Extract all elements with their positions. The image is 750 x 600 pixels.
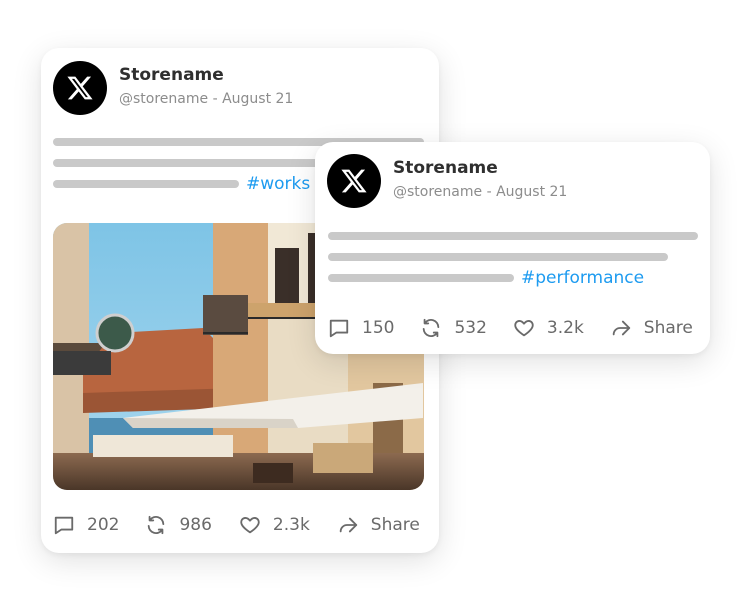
- store-name[interactable]: Storename: [119, 65, 224, 85]
- post-actions: 150 532 3.2k Share: [328, 317, 693, 339]
- avatar[interactable]: [327, 154, 381, 208]
- comment-button[interactable]: 150: [328, 317, 394, 339]
- x-logo-icon: [67, 76, 93, 100]
- heart-icon: [240, 517, 260, 534]
- comment-icon: [54, 516, 74, 535]
- retweet-count: 532: [454, 318, 487, 338]
- retweet-icon: [148, 515, 165, 535]
- text-placeholder-line: [328, 232, 698, 240]
- hashtag-link[interactable]: #performance: [521, 268, 644, 288]
- share-button[interactable]: Share: [610, 317, 693, 339]
- share-arrow-icon: [612, 320, 630, 336]
- hashtag-link[interactable]: #works: [246, 174, 310, 194]
- like-button[interactable]: 3.2k: [513, 317, 584, 339]
- share-button[interactable]: Share: [337, 514, 420, 536]
- post-actions: 202 986 2.3k Share: [53, 514, 420, 536]
- like-count: 2.3k: [272, 515, 310, 535]
- share-arrow-icon: [339, 517, 357, 533]
- retweet-button[interactable]: 532: [420, 317, 487, 339]
- text-placeholder-line: [328, 253, 668, 261]
- handle-date: @storename - August 21: [119, 91, 294, 107]
- comment-button[interactable]: 202: [53, 514, 119, 536]
- text-placeholder-line: [53, 180, 239, 188]
- comment-count: 202: [87, 515, 120, 535]
- like-button[interactable]: 2.3k: [239, 514, 310, 536]
- handle-date: @storename - August 21: [393, 184, 568, 200]
- post-card[interactable]: Storename @storename - August 21 #perfor…: [315, 142, 710, 354]
- store-name[interactable]: Storename: [393, 158, 498, 178]
- share-label: Share: [370, 515, 420, 535]
- avatar[interactable]: [53, 61, 107, 115]
- x-logo-icon: [341, 169, 367, 193]
- like-count: 3.2k: [546, 318, 584, 338]
- retweet-icon: [423, 318, 440, 338]
- text-placeholder-line: [328, 274, 514, 282]
- comment-icon: [329, 319, 349, 338]
- comment-count: 150: [362, 318, 395, 338]
- retweet-button[interactable]: 986: [145, 514, 212, 536]
- share-label: Share: [643, 318, 693, 338]
- heart-icon: [514, 320, 534, 337]
- retweet-count: 986: [179, 515, 212, 535]
